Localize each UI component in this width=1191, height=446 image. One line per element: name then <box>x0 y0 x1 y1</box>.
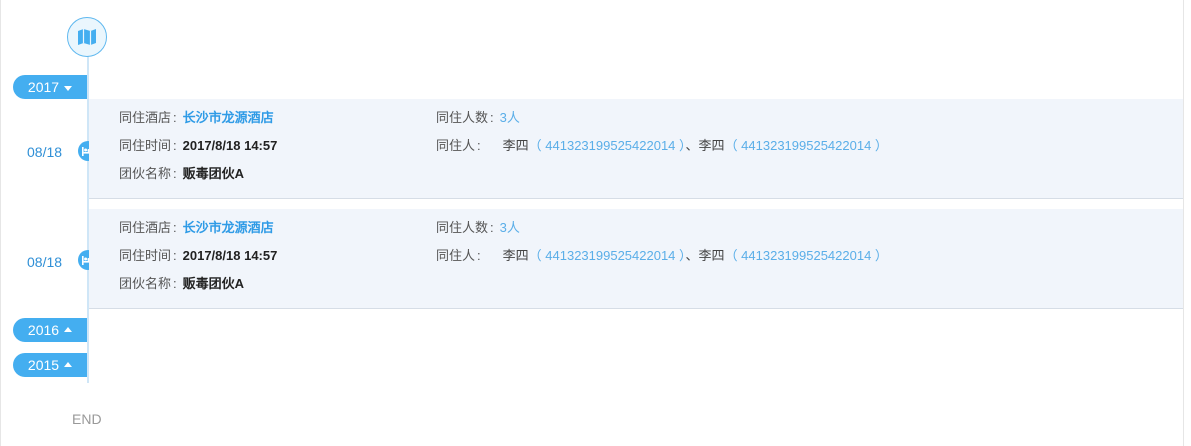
time-value: 2017/8/18 14:57 <box>182 248 278 263</box>
gang-value: 贩毒团伙A <box>182 276 245 291</box>
person-name[interactable]: 李四 <box>503 138 529 153</box>
hotel-field: 同住酒店: 长沙市龙源酒店 <box>119 110 274 125</box>
record-card: 同住酒店: 长沙市龙源酒店 同住时间:2017/8/18 14:57 团伙名称: 贩… <box>89 99 1183 199</box>
gang-field: 团伙名称: 贩毒团伙A <box>119 276 245 291</box>
people-label: 同住人 <box>436 248 476 263</box>
count-field: 同住人数:3人 <box>436 220 520 235</box>
record-date: 08/18 <box>27 254 63 270</box>
record-date: 08/18 <box>27 144 63 160</box>
person-id[interactable]: （ 441323199525422014 ） <box>725 138 888 153</box>
count-label: 同住人数 <box>436 220 489 235</box>
gang-label: 团伙名称 <box>119 166 172 181</box>
year-label: 2015 <box>27 357 60 373</box>
year-toggle-2015[interactable]: 2015 <box>13 353 87 377</box>
hotel-field: 同住酒店: 长沙市龙源酒店 <box>119 220 274 235</box>
people-field: 同住人: 李四（ 441323199525422014 ）、李四（ 4413231… <box>436 248 888 263</box>
year-label: 2016 <box>27 322 60 338</box>
hotel-label: 同住酒店 <box>119 220 172 235</box>
person-id[interactable]: （ 441323199525422014 ） <box>725 248 888 263</box>
gang-value: 贩毒团伙A <box>182 166 245 181</box>
person-name[interactable]: 李四 <box>699 138 725 153</box>
count-label: 同住人数 <box>436 110 489 125</box>
time-value: 2017/8/18 14:57 <box>182 138 278 153</box>
hotel-label: 同住酒店 <box>119 110 172 125</box>
caret-up-icon <box>64 326 73 332</box>
people-separator: 、 <box>685 138 699 153</box>
year-label: 2017 <box>27 79 60 95</box>
person-name[interactable]: 李四 <box>699 248 725 263</box>
caret-up-icon <box>64 361 73 367</box>
record-card: 同住酒店: 长沙市龙源酒店 同住时间:2017/8/18 14:57 团伙名称: 贩… <box>89 209 1183 309</box>
time-label: 同住时间 <box>119 248 172 263</box>
people-separator: 、 <box>685 248 699 263</box>
gang-label: 团伙名称 <box>119 276 172 291</box>
year-toggle-2017[interactable]: 2017 <box>13 75 87 99</box>
frame-left-border <box>0 0 1 446</box>
hotel-link[interactable]: 长沙市龙源酒店 <box>183 110 274 125</box>
map-icon <box>67 17 107 57</box>
people-label: 同住人 <box>436 138 476 153</box>
person-name[interactable]: 李四 <box>503 248 529 263</box>
timeline-end-label: END <box>72 411 102 427</box>
count-value: 3人 <box>499 110 520 125</box>
hotel-link[interactable]: 长沙市龙源酒店 <box>183 220 274 235</box>
gang-field: 团伙名称: 贩毒团伙A <box>119 166 245 181</box>
time-label: 同住时间 <box>119 138 172 153</box>
people-field: 同住人: 李四（ 441323199525422014 ）、李四（ 4413231… <box>436 138 888 153</box>
person-id[interactable]: （ 441323199525422014 ） <box>529 138 686 153</box>
caret-down-icon <box>64 85 73 91</box>
person-id[interactable]: （ 441323199525422014 ） <box>529 248 686 263</box>
count-field: 同住人数:3人 <box>436 110 520 125</box>
frame-right-border <box>1183 0 1184 446</box>
count-value: 3人 <box>499 220 520 235</box>
time-field: 同住时间:2017/8/18 14:57 <box>119 248 278 263</box>
year-toggle-2016[interactable]: 2016 <box>13 318 87 342</box>
time-field: 同住时间:2017/8/18 14:57 <box>119 138 278 153</box>
